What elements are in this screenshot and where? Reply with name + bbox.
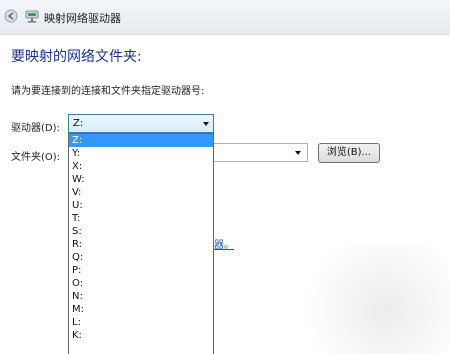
dropdown-option[interactable]: Y: [69,147,213,160]
dropdown-option[interactable]: Q: [69,251,213,264]
drive-select[interactable]: Z: [68,114,214,133]
chevron-down-icon[interactable] [295,151,301,155]
drive-dropdown-list[interactable]: Z: Y: X: W: V: U: T: S: R: Q: P: O: N: M: L: K: [68,133,214,354]
page-heading: 要映射的网络文件夹: [11,49,142,65]
dropdown-option[interactable]: O: [69,277,213,290]
drive-select-value: Z: [73,118,84,129]
dropdown-option[interactable]: S: [69,225,213,238]
dropdown-option[interactable]: Z: [69,134,213,147]
dropdown-option[interactable]: W: [69,173,213,186]
network-drive-icon [25,10,39,23]
browse-button[interactable]: 浏览(B)... [318,143,380,163]
dropdown-option[interactable]: P: [69,264,213,277]
dropdown-option[interactable]: T: [69,212,213,225]
dropdown-option[interactable]: V: [69,186,213,199]
dropdown-option[interactable]: L: [69,316,213,329]
dropdown-option[interactable]: U: [69,199,213,212]
instruction-text: 请为要连接到的连接和文件夹指定驱动器号: [11,86,205,97]
chevron-down-icon[interactable] [203,122,209,126]
background-texture [290,244,450,354]
window-title: 映射网络驱动器 [44,12,121,25]
dropdown-option[interactable]: R: [69,238,213,251]
dropdown-option[interactable]: N: [69,290,213,303]
title-bar: 映射网络驱动器 [0,0,450,35]
drive-label: 驱动器(D): [11,123,60,134]
link-text[interactable]: 器。 [214,236,234,251]
dropdown-option[interactable]: X: [69,160,213,173]
back-arrow-icon[interactable] [4,9,18,23]
dropdown-option[interactable]: K: [69,329,213,342]
dropdown-option[interactable]: M: [69,303,213,316]
folder-label: 文件夹(O): [11,152,61,163]
